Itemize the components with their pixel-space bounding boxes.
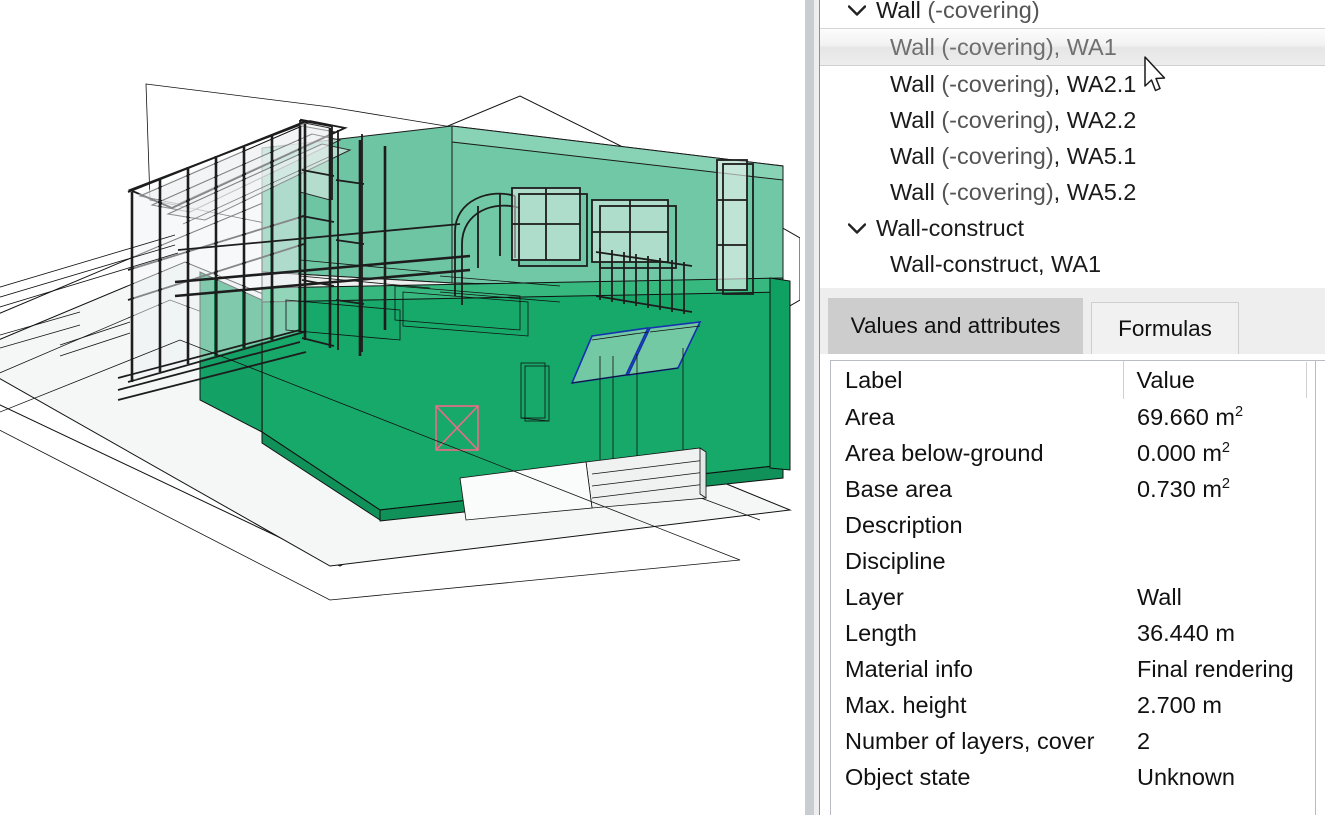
- table-column-divider-stub: [1306, 362, 1307, 398]
- model-canvas: .ol{fill:none;stroke:#111;stroke-width:1…: [0, 0, 800, 815]
- cell-label: Number of layers, cover: [845, 727, 1095, 754]
- cell-value[interactable]: Final rendering: [1123, 651, 1325, 687]
- cell-value[interactable]: 0.000 m2: [1123, 435, 1325, 471]
- 3d-model-viewport[interactable]: .ol{fill:none;stroke:#111;stroke-width:1…: [0, 0, 800, 815]
- panel-splitter[interactable]: [800, 0, 820, 815]
- table-row[interactable]: Discipline: [831, 543, 1325, 579]
- cell-value[interactable]: 36.440 m: [1123, 615, 1325, 651]
- tree-item-label: Wall (-covering), WA5.2: [890, 178, 1137, 205]
- table-row[interactable]: Description: [831, 507, 1325, 543]
- table-row[interactable]: Layer Wall: [831, 579, 1325, 615]
- table-row[interactable]: Area below-ground 0.000 m2: [831, 435, 1325, 471]
- cell-value[interactable]: 2.700 m: [1123, 687, 1325, 723]
- tree-item-wall-construct-wa1[interactable]: Wall-construct, WA1: [820, 246, 1325, 282]
- object-tree[interactable]: Wall (-covering) Wall (-covering), WA1 W…: [820, 0, 1325, 288]
- table-row[interactable]: Number of layers, cover 2: [831, 723, 1325, 759]
- cell-label: Max. height: [845, 691, 967, 718]
- tree-item-wa2-2[interactable]: Wall (-covering), WA2.2: [820, 102, 1325, 138]
- chevron-down-icon[interactable]: [846, 0, 868, 21]
- tree-item-wa1[interactable]: Wall (-covering), WA1: [820, 28, 1325, 66]
- tree-group-label: Wall (-covering): [876, 0, 1040, 23]
- table-header-row: Label Value: [831, 361, 1325, 399]
- tree-item-label: Wall (-covering), WA2.2: [890, 106, 1137, 133]
- cell-label: Description: [845, 511, 963, 538]
- tree-group-wall-covering[interactable]: Wall (-covering): [820, 0, 1325, 28]
- cell-value[interactable]: [1123, 507, 1325, 543]
- table-right-border: [1315, 360, 1316, 815]
- cell-label: Layer: [845, 583, 904, 610]
- cell-value[interactable]: Wall: [1123, 579, 1325, 615]
- tree-item-label: Wall (-covering), WA2.1: [890, 70, 1137, 97]
- column-header-value[interactable]: Value: [1122, 361, 1325, 399]
- application-window: .ol{fill:none;stroke:#111;stroke-width:1…: [0, 0, 1325, 815]
- cell-label: Area below-ground: [845, 439, 1044, 466]
- tree-item-label: Wall (-covering), WA1: [890, 33, 1117, 60]
- cell-value[interactable]: 0.730 m2: [1123, 471, 1325, 507]
- cell-value[interactable]: [1123, 543, 1325, 579]
- table-row[interactable]: Max. height 2.700 m: [831, 687, 1325, 723]
- table-row[interactable]: Area 69.660 m2: [831, 399, 1325, 435]
- cell-value[interactable]: 69.660 m2: [1123, 399, 1325, 435]
- tab-formulas[interactable]: Formulas: [1091, 302, 1239, 354]
- tree-item-wa2-1[interactable]: Wall (-covering), WA2.1: [820, 66, 1325, 102]
- cell-label: Material info: [845, 655, 973, 682]
- cell-label: Length: [845, 619, 917, 646]
- tree-group-wall-construct[interactable]: Wall-construct: [820, 210, 1325, 246]
- chevron-down-icon[interactable]: [846, 217, 868, 239]
- tab-values-and-attributes[interactable]: Values and attributes: [828, 298, 1083, 354]
- cell-label: Discipline: [845, 547, 946, 574]
- properties-table[interactable]: Label Value Area 69.660 m2 Area below-grou…: [830, 360, 1325, 815]
- tree-item-wa5-1[interactable]: Wall (-covering), WA5.1: [820, 138, 1325, 174]
- cell-value[interactable]: 2: [1123, 723, 1325, 759]
- column-header-label[interactable]: Label: [831, 361, 1123, 399]
- cell-value[interactable]: Unknown: [1123, 759, 1325, 795]
- table-row[interactable]: Material info Final rendering: [831, 651, 1325, 687]
- splitter-bar[interactable]: [805, 0, 814, 815]
- cell-label: Base area: [845, 475, 953, 502]
- cell-label: Object state: [845, 763, 971, 790]
- property-tabs: Values and attributes Formulas: [820, 288, 1325, 354]
- tree-item-label: Wall (-covering), WA5.1: [890, 142, 1137, 169]
- tree-group-label: Wall-construct: [876, 214, 1024, 241]
- table-row[interactable]: Length 36.440 m: [831, 615, 1325, 651]
- tree-item-wa5-2[interactable]: Wall (-covering), WA5.2: [820, 174, 1325, 210]
- properties-panel: Wall (-covering) Wall (-covering), WA1 W…: [820, 0, 1325, 815]
- table-row[interactable]: Object state Unknown: [831, 759, 1325, 795]
- table-body: Area 69.660 m2 Area below-ground 0.000 m2 Ba…: [831, 399, 1325, 795]
- tree-item-label: Wall-construct, WA1: [890, 250, 1102, 277]
- cell-label: Area: [845, 403, 895, 430]
- table-row[interactable]: Base area 0.730 m2: [831, 471, 1325, 507]
